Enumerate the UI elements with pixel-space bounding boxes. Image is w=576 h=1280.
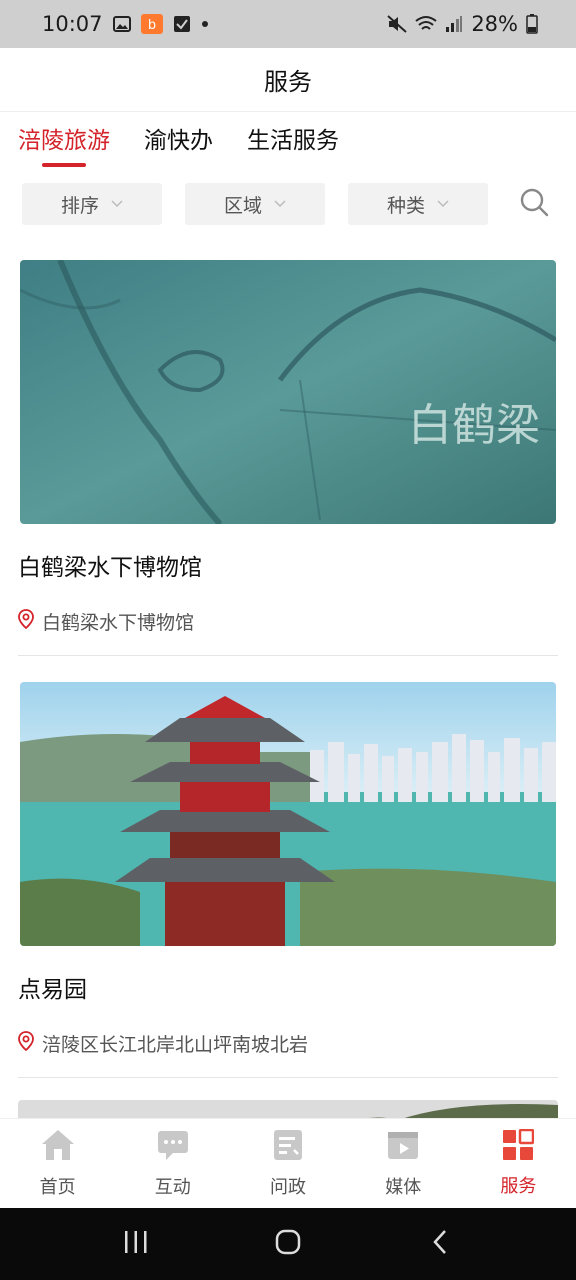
engraved-text: 白鹤梁 (408, 400, 540, 451)
recent-apps-button[interactable] (106, 1219, 166, 1269)
location-pin-icon (18, 1031, 34, 1056)
location-text: 涪陵区长江北岸北山坪南坡北岩 (42, 1034, 309, 1056)
sort-filter[interactable]: 排序 (22, 183, 162, 225)
nav-media[interactable]: 媒体 (346, 1119, 461, 1208)
nav-service[interactable]: 服务 (461, 1119, 576, 1208)
chevron-down-icon (111, 197, 123, 211)
wifi-icon (415, 15, 437, 33)
chevron-down-icon (437, 197, 449, 211)
app-notification-icon: b (140, 14, 163, 34)
signal-icon (445, 15, 463, 33)
media-icon (386, 1128, 420, 1167)
bottom-nav: 首页 互动 问政 媒体 服务 (0, 1118, 576, 1208)
nav-home[interactable]: 首页 (0, 1119, 115, 1208)
sort-filter-label: 排序 (60, 194, 99, 217)
place-list: 白鹤梁 白鹤梁水下博物馆 白鹤梁水下博物馆 点易园 涪陵区长江北岸北山坪南坡北岩 (18, 260, 558, 1140)
dot-icon (201, 20, 209, 28)
location-pin-icon (18, 609, 34, 634)
place-card[interactable]: 白鹤梁 白鹤梁水下博物馆 白鹤梁水下博物馆 (18, 260, 558, 656)
place-card[interactable]: 点易园 涪陵区长江北岸北山坪南坡北岩 (18, 682, 558, 1078)
status-time: 10:07 (42, 12, 103, 36)
chat-icon (156, 1128, 190, 1167)
filter-bar: 排序 区域 种类 (22, 183, 554, 225)
search-icon (519, 187, 549, 221)
place-title: 点易园 (18, 977, 87, 1003)
home-icon (40, 1128, 76, 1167)
tab-fuling-tourism[interactable]: 涪陵旅游 (18, 121, 110, 167)
home-circle-icon (275, 1229, 301, 1259)
nav-home-label: 首页 (39, 1177, 76, 1198)
app-header: 服务 (0, 48, 576, 112)
tab-yukuaiban[interactable]: 渝快办 (144, 121, 213, 155)
task-check-icon (173, 15, 191, 33)
battery-icon (526, 14, 538, 34)
category-filter-label: 种类 (386, 194, 425, 217)
nav-service-label: 服务 (500, 1176, 537, 1197)
svg-text:b: b (147, 18, 155, 33)
nav-interact[interactable]: 互动 (115, 1119, 230, 1208)
mute-icon (387, 15, 407, 33)
back-arrow-icon (431, 1229, 449, 1259)
place-location: 白鹤梁水下博物馆 (18, 608, 558, 635)
nav-inquiry-label: 问政 (270, 1177, 306, 1198)
place-image (20, 682, 556, 946)
nav-media-label: 媒体 (385, 1177, 422, 1198)
page-title: 服务 (264, 68, 312, 96)
status-bar: 10:07 b 28% (0, 0, 576, 48)
search-button[interactable] (514, 184, 554, 224)
place-image: 白鹤梁 (20, 260, 556, 524)
category-filter[interactable]: 种类 (348, 183, 488, 225)
back-button[interactable] (410, 1219, 470, 1269)
battery-percent: 28% (471, 12, 518, 36)
category-tabs: 涪陵旅游 渝快办 生活服务 (18, 112, 339, 167)
nav-inquiry[interactable]: 问政 (230, 1119, 345, 1208)
tab-life-service[interactable]: 生活服务 (247, 121, 339, 155)
recent-apps-icon (123, 1230, 149, 1258)
home-button[interactable] (258, 1219, 318, 1269)
nav-interact-label: 互动 (154, 1177, 191, 1198)
region-filter-label: 区域 (223, 194, 262, 217)
place-title: 白鹤梁水下博物馆 (18, 555, 202, 581)
system-nav-bar (0, 1208, 576, 1280)
gallery-icon (112, 16, 131, 32)
chevron-down-icon (274, 197, 286, 211)
service-icon (502, 1128, 535, 1166)
place-location: 涪陵区长江北岸北山坪南坡北岩 (18, 1030, 558, 1057)
inquiry-icon (272, 1128, 304, 1167)
region-filter[interactable]: 区域 (185, 183, 325, 225)
location-text: 白鹤梁水下博物馆 (42, 612, 195, 634)
